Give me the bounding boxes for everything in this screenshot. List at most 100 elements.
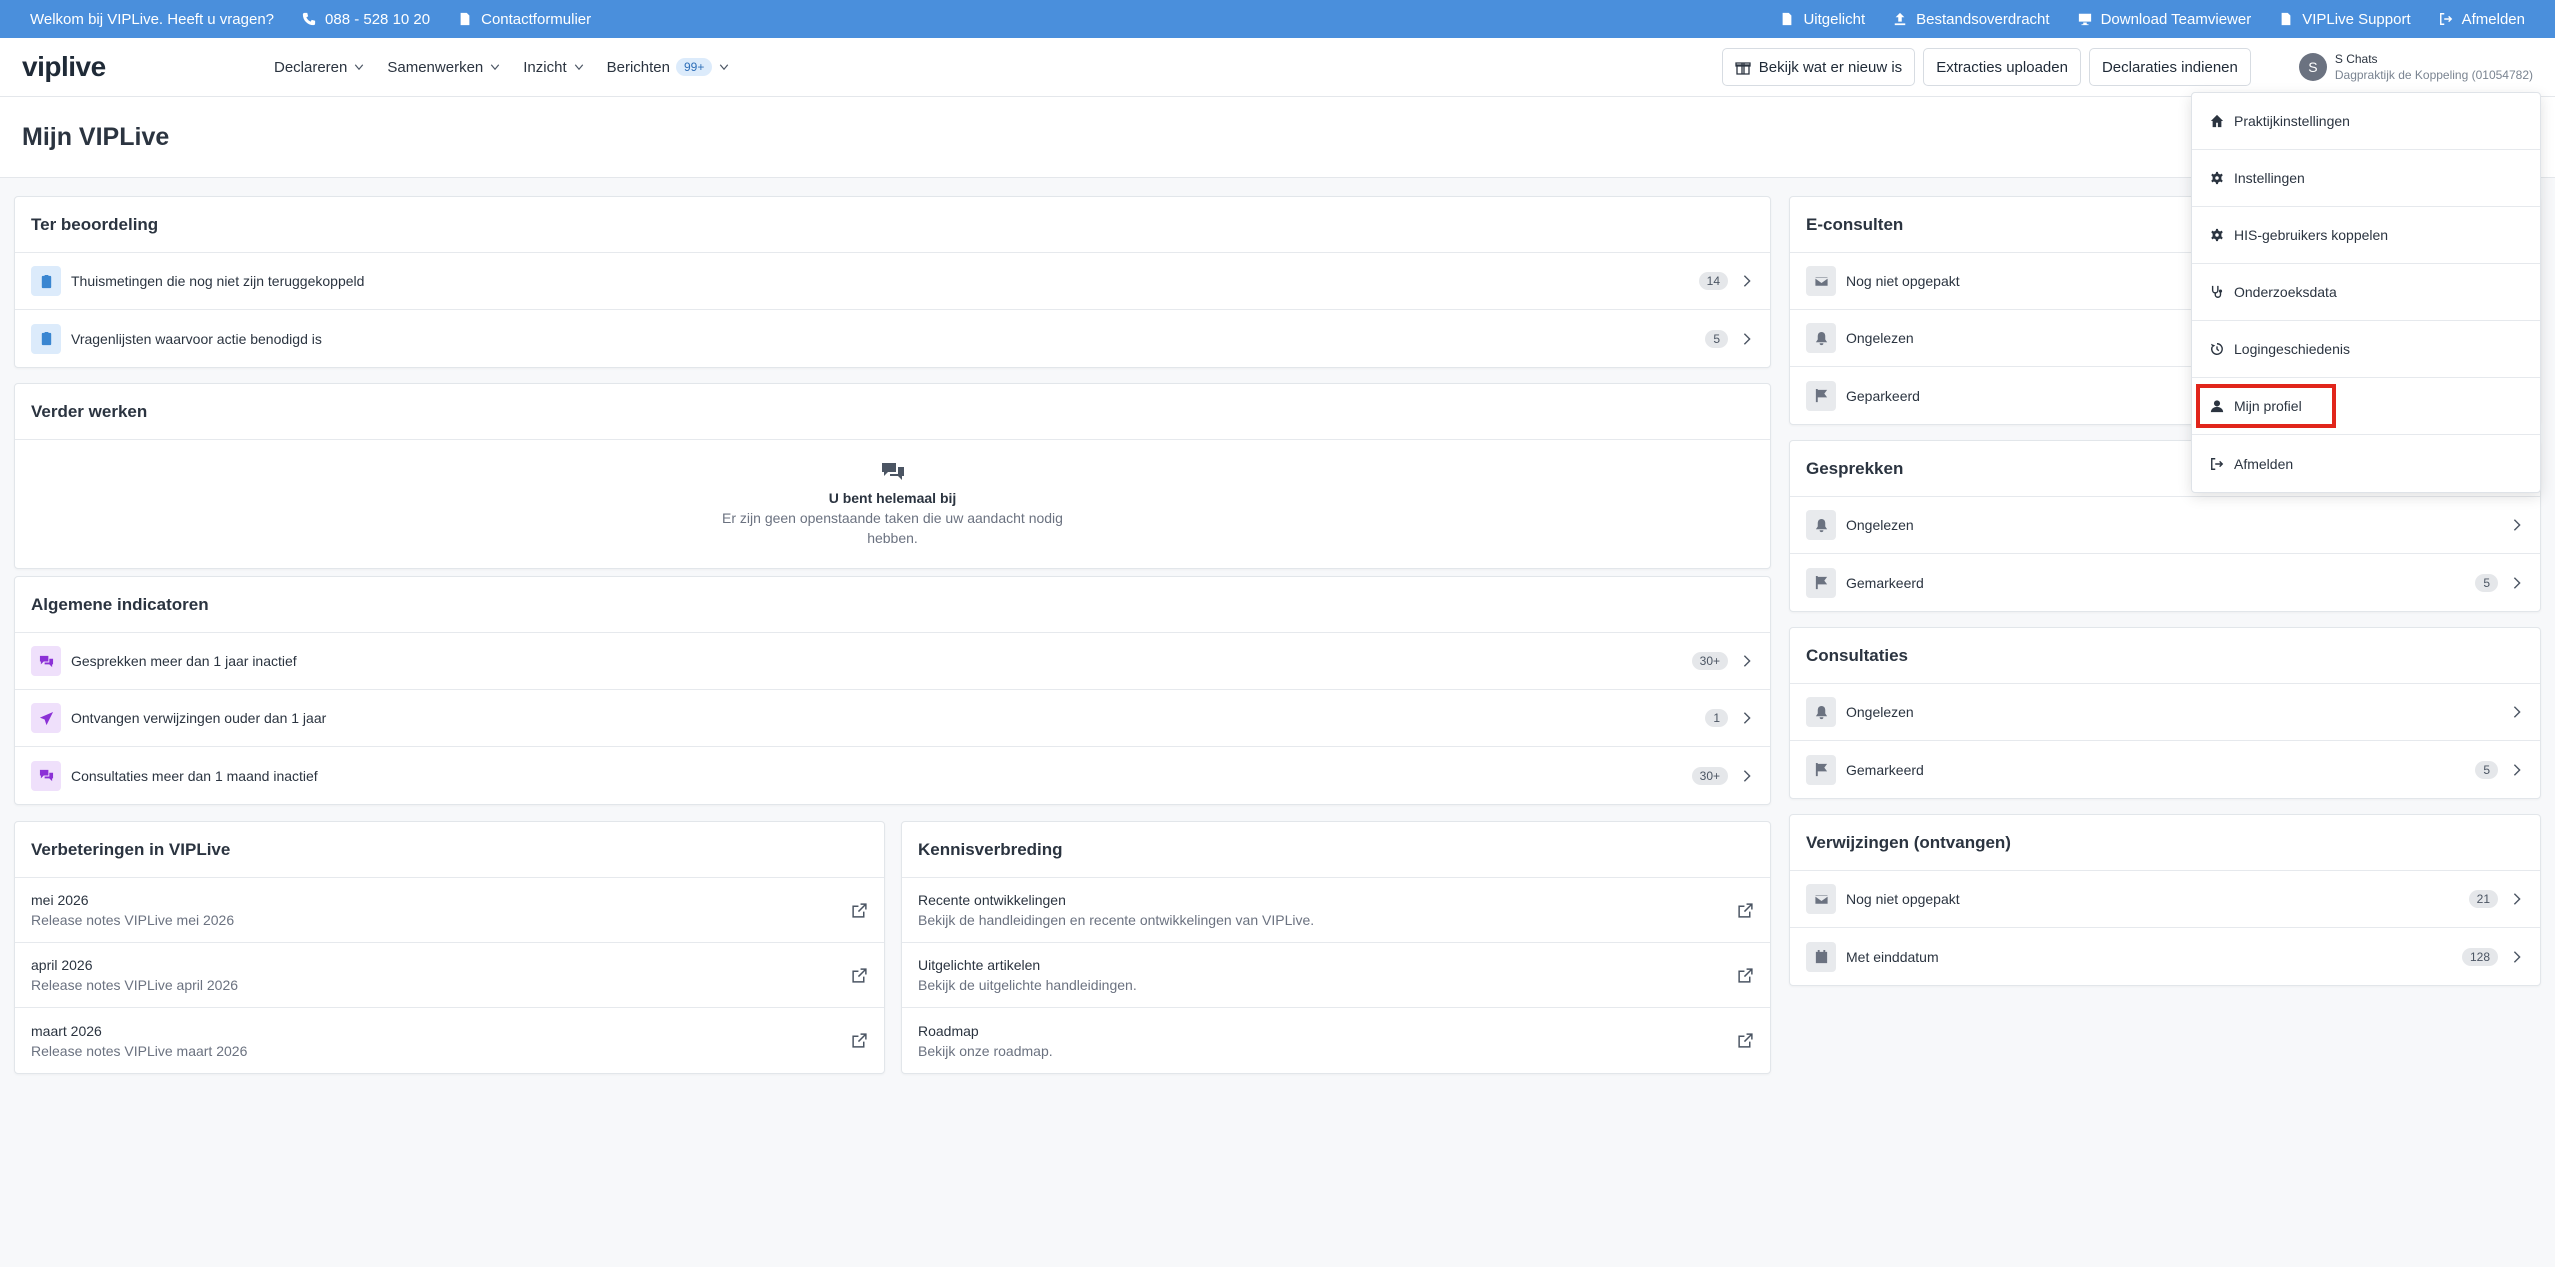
chevron-down-icon — [489, 61, 501, 73]
whats-new-button[interactable]: Bekijk wat er nieuw is — [1721, 48, 1916, 86]
release-notes-link[interactable]: maart 2026 Release notes VIPLive maart 20… — [15, 1008, 884, 1073]
count-badge: 1 — [1705, 709, 1728, 727]
link-subtitle: Release notes VIPLive mei 2026 — [31, 912, 235, 928]
nav-inzicht[interactable]: Inzicht — [523, 59, 584, 76]
row-label: Gemarkeerd — [1846, 761, 1924, 778]
link-subtitle: Release notes VIPLive april 2026 — [31, 977, 239, 993]
upload-extractions-button[interactable]: Extracties uploaden — [1923, 48, 2081, 86]
count-badge: 128 — [2461, 947, 2498, 966]
support-label: VIPLive Support — [2302, 10, 2411, 28]
list-item[interactable]: Met einddatum 128 — [1790, 928, 2540, 985]
contact-form-label: Contactformulier — [481, 10, 592, 28]
menu-item-praktijkinstellingen[interactable]: Praktijkinstellingen — [2192, 93, 2540, 150]
list-item[interactable]: Ontvangen verwijzingen ouder dan 1 jaar 1 — [15, 690, 1770, 747]
row-label: Vragenlijsten waarvoor actie benodigd is — [71, 330, 322, 347]
count-badge: 5 — [2475, 760, 2498, 779]
file-icon — [2279, 12, 2293, 26]
messages-badge: 99+ — [676, 58, 713, 76]
uitgelicht-label: Uitgelicht — [1803, 10, 1866, 28]
logout-icon — [2210, 457, 2224, 471]
row-label: Thuismetingen die nog niet zijn teruggek… — [71, 273, 365, 289]
row-label: Ontvangen verwijzingen ouder dan 1 jaar — [71, 710, 327, 726]
menu-item-label: Afmelden — [2234, 455, 2294, 472]
list-item[interactable]: Vragenlijsten waarvoor actie benodigd is… — [15, 310, 1770, 367]
bell-icon — [1806, 697, 1836, 727]
verwijzingen-card: Verwijzingen (ontvangen) Nog niet opgepa… — [1789, 814, 2541, 986]
flag-icon — [1806, 567, 1836, 598]
viplive-logo[interactable]: viplive — [22, 51, 274, 83]
chats-icon — [31, 646, 61, 676]
list-item[interactable]: Thuismetingen die nog niet zijn teruggek… — [15, 253, 1770, 310]
logout-icon — [2439, 12, 2453, 26]
chevron-right-icon — [2510, 518, 2524, 532]
menu-item-onderzoeksdata[interactable]: Onderzoeksdata — [2192, 264, 2540, 321]
link-subtitle: Bekijk onze roadmap. — [918, 1042, 1053, 1059]
menu-item-label: HIS-gebruikers koppelen — [2234, 227, 2389, 243]
row-label: Ongelezen — [1846, 517, 1914, 533]
chevron-right-icon — [2510, 763, 2524, 777]
monitor-icon — [2078, 12, 2092, 26]
consultaties-card: Consultaties Ongelezen Gemarkeerd 5 — [1789, 627, 2541, 799]
uitgelicht-link[interactable]: Uitgelicht — [1780, 11, 1865, 28]
user-menu-toggle[interactable]: S S Chats Dagpraktijk de Koppeling (01054… — [2298, 51, 2533, 83]
knowledge-link[interactable]: Roadmap Bekijk onze roadmap. — [902, 1008, 1770, 1073]
clipboard-icon — [31, 266, 61, 296]
card-title: Ter beoordeling — [15, 197, 1770, 253]
link-title: april 2026 — [31, 957, 93, 973]
list-item[interactable]: Ongelezen — [1790, 684, 2540, 741]
card-title: Verbeteringen in VIPLive — [15, 822, 884, 878]
user-name: S Chats — [2334, 52, 2378, 66]
chats-icon — [31, 760, 61, 791]
nav-label: Samenwerken — [387, 58, 484, 76]
mail-icon — [1806, 884, 1836, 914]
bell-icon — [1806, 510, 1836, 540]
phone-link[interactable]: 088 - 528 10 20 — [302, 11, 430, 28]
topbar-logout-link[interactable]: Afmelden — [2439, 11, 2525, 28]
indicatoren-card: Algemene indicatoren Gesprekken meer dan… — [14, 576, 1771, 805]
teamviewer-link[interactable]: Download Teamviewer — [2078, 11, 2251, 28]
list-item[interactable]: Gemarkeerd 5 — [1790, 741, 2540, 798]
nav-declareren[interactable]: Declareren — [274, 59, 365, 76]
whats-new-label: Bekijk wat er nieuw is — [1758, 58, 1903, 76]
empty-title: U bent helemaal bij — [828, 490, 957, 506]
list-item[interactable]: Gemarkeerd 5 — [1790, 554, 2540, 611]
release-notes-link[interactable]: mei 2026 Release notes VIPLive mei 2026 — [15, 878, 884, 943]
link-subtitle: Bekijk de uitgelichte handleidingen. — [918, 977, 1137, 993]
support-link[interactable]: VIPLive Support — [2279, 10, 2411, 28]
history-icon — [2210, 342, 2224, 356]
menu-item-label: Instellingen — [2234, 170, 2305, 186]
menu-item-label: Onderzoeksdata — [2234, 284, 2337, 300]
menu-item-his-koppelen[interactable]: HIS-gebruikers koppelen — [2192, 207, 2540, 264]
list-item[interactable]: Nog niet opgepakt 21 — [1790, 871, 2540, 928]
nav-berichten[interactable]: Berichten 99+ — [607, 58, 731, 76]
contact-form-link[interactable]: Contactformulier — [458, 11, 591, 28]
card-title: Verder werken — [15, 384, 1770, 440]
link-title: mei 2026 — [31, 892, 89, 908]
knowledge-link[interactable]: Uitgelichte artikelen Bekijk de uitgelich… — [902, 943, 1770, 1008]
ter-beoordeling-card: Ter beoordeling Thuismetingen die nog ni… — [14, 196, 1771, 368]
gift-icon — [1735, 59, 1751, 75]
chevron-right-icon — [1740, 332, 1754, 346]
knowledge-link[interactable]: Recente ontwikkelingen Bekijk de handleid… — [902, 878, 1770, 943]
menu-item-afmelden[interactable]: Afmelden — [2192, 435, 2540, 492]
menu-item-logingeschiedenis[interactable]: Logingeschiedenis — [2192, 321, 2540, 378]
row-label: Ongelezen — [1846, 704, 1914, 720]
chats-icon — [881, 460, 905, 484]
menu-item-mijn-profiel[interactable]: Mijn profiel — [2196, 384, 2336, 428]
submit-declarations-button[interactable]: Declaraties indienen — [2088, 48, 2251, 86]
avatar: S — [2298, 53, 2327, 81]
bestandsoverdracht-link[interactable]: Bestandsoverdracht — [1893, 10, 2050, 28]
list-item[interactable]: Gesprekken meer dan 1 jaar inactief 30+ — [15, 633, 1770, 690]
kennisverbreding-card: Kennisverbreding Recente ontwikkelingen B… — [901, 821, 1771, 1074]
menu-item-instellingen[interactable]: Instellingen — [2192, 150, 2540, 207]
bestandsoverdracht-label: Bestandsoverdracht — [1916, 10, 2050, 28]
welcome-text: Welkom bij VIPLive. Heeft u vragen? — [30, 10, 275, 28]
list-item[interactable]: Consultaties meer dan 1 maand inactief 30… — [15, 747, 1770, 804]
release-notes-link[interactable]: april 2026 Release notes VIPLive april 20… — [15, 943, 884, 1008]
link-title: maart 2026 — [31, 1022, 102, 1039]
link-title: Recente ontwikkelingen — [918, 892, 1066, 908]
clipboard-icon — [31, 323, 61, 354]
list-item[interactable]: Ongelezen — [1790, 497, 2540, 554]
nav-samenwerken[interactable]: Samenwerken — [387, 59, 501, 76]
calendar-icon — [1806, 941, 1836, 972]
